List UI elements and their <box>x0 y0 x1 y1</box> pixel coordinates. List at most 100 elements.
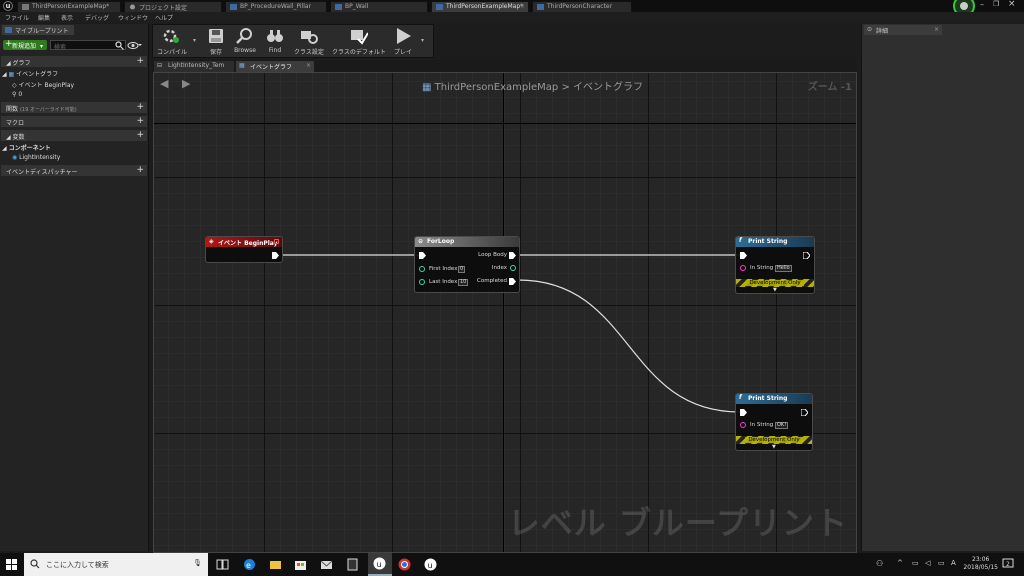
doc-tab-project-settings[interactable]: プロジェクト設定 <box>124 1 222 12</box>
chrome-icon[interactable] <box>398 558 411 571</box>
play-button[interactable]: プレイ <box>391 27 415 57</box>
tree-item-event-graph[interactable]: ◢ ▦ イベントグラフ <box>2 69 58 78</box>
menu-edit[interactable]: 編集 <box>38 13 50 22</box>
volume-icon[interactable]: ◁ <box>925 559 930 567</box>
task-view-icon[interactable] <box>216 558 229 571</box>
doc-tab-label: ThirdPersonCharacter <box>547 3 613 10</box>
taskbar-clock[interactable]: 23:06 2018/05/15 <box>963 556 998 572</box>
epic-launcher-icon[interactable] <box>346 558 359 571</box>
unreal-engine-icon[interactable]: u <box>424 558 437 571</box>
add-dispatcher-icon[interactable]: + <box>136 165 144 175</box>
taskbar-search-input[interactable]: ここに入力して検索 🎙 <box>24 553 208 576</box>
notifications-icon[interactable]: 2 <box>1002 558 1014 570</box>
exec-in-pin[interactable] <box>740 409 747 416</box>
minimize-icon[interactable]: – <box>980 0 984 9</box>
graphs-section-header[interactable]: ◢ グラフ + <box>1 56 147 67</box>
exec-out-pin[interactable] <box>272 252 279 259</box>
chevron-up-icon[interactable]: ^ <box>897 559 903 567</box>
store-icon[interactable] <box>294 558 307 571</box>
menu-view[interactable]: 表示 <box>61 13 73 22</box>
compile-button[interactable]: コンパイル <box>155 27 189 57</box>
macros-section-header[interactable]: マクロ + <box>1 116 147 127</box>
int-in-pin[interactable] <box>419 266 425 272</box>
node-for-loop[interactable]: ⊖ ForLoop First Index 0 Last Index 10 Lo… <box>414 236 520 293</box>
completed-label: Completed <box>477 278 507 284</box>
ime-mode-icon[interactable]: A <box>951 559 956 567</box>
eye-icon[interactable] <box>127 41 142 50</box>
find-button[interactable]: Find <box>263 27 287 57</box>
in-string-field[interactable]: OK! <box>775 422 789 429</box>
tree-item-begin-play[interactable]: ◇ イベント BeginPlay <box>12 80 74 89</box>
unreal-editor-task-active[interactable]: u <box>368 553 392 576</box>
node-print-string-ok[interactable]: f Print String In String OK! Development… <box>735 393 813 451</box>
close-window-icon[interactable]: × <box>1008 0 1016 9</box>
search-icon[interactable] <box>115 41 124 50</box>
add-variable-icon[interactable]: + <box>136 130 144 140</box>
edge-browser-icon[interactable]: e <box>243 558 256 571</box>
doc-tab-third-person-map-active[interactable]: ThirdPersonExampleMap* × <box>431 1 529 12</box>
file-explorer-icon[interactable] <box>269 558 282 571</box>
microphone-icon[interactable]: 🎙 <box>193 559 202 567</box>
exec-out-pin[interactable] <box>509 252 516 259</box>
int-in-pin[interactable] <box>419 279 425 285</box>
event-graph-canvas[interactable]: ◀ ▶ ▦ ThirdPersonExampleMap > イベントグラフ ズー… <box>153 72 857 553</box>
maximize-icon[interactable]: ❐ <box>993 0 999 8</box>
exec-out-pin[interactable] <box>801 409 808 416</box>
compile-options-chevron-icon[interactable]: ▾ <box>193 37 196 44</box>
play-label: プレイ <box>393 49 412 56</box>
add-graph-icon[interactable]: + <box>136 56 144 66</box>
close-icon[interactable]: × <box>934 26 939 33</box>
exec-out-pin[interactable] <box>803 252 810 259</box>
close-icon[interactable]: × <box>520 3 525 10</box>
in-string-field[interactable]: Hello <box>775 265 792 272</box>
class-defaults-button[interactable]: クラスのデフォルト <box>331 27 387 57</box>
event-graph-label: イベントグラフ <box>16 71 59 78</box>
doc-tab-bp-procedure-wall-pillar[interactable]: BP_ProcedureWall_Pillar <box>225 1 327 12</box>
tree-item-components[interactable]: ◢ コンポーネント <box>2 143 51 152</box>
mail-icon[interactable] <box>320 558 333 571</box>
exec-in-pin[interactable] <box>740 252 747 259</box>
string-in-pin[interactable] <box>740 422 746 428</box>
node-print-string-hello[interactable]: f Print String In String Hello Developme… <box>735 236 815 294</box>
graph-icon: ▦ <box>239 62 245 69</box>
int-out-pin[interactable] <box>510 265 516 271</box>
exec-out-pin[interactable] <box>509 278 516 285</box>
windows-start-icon[interactable] <box>0 553 24 576</box>
last-index-field[interactable]: 10 <box>458 279 469 286</box>
tab-event-graph[interactable]: ▦ イベントグラフ × <box>236 61 314 72</box>
tab-light-intensity-timeline[interactable]: ⊟ LightIntensity_Tem <box>154 61 234 72</box>
first-index-field[interactable]: 0 <box>458 266 466 273</box>
people-icon[interactable]: ⚇ <box>876 559 883 568</box>
browse-label: Browse <box>234 47 256 54</box>
browse-button[interactable]: Browse <box>231 27 259 57</box>
my-blueprint-tab[interactable]: マイブループリント <box>2 25 74 35</box>
expand-arrow-icon[interactable]: ▼ <box>772 444 776 450</box>
network-icon[interactable]: ▭ <box>912 559 919 567</box>
variables-section-header[interactable]: ◢ 変数 + <box>1 130 147 141</box>
add-new-button[interactable]: + 新規追加 ▾ <box>3 39 47 50</box>
save-button[interactable]: 保存 <box>205 27 227 57</box>
exec-in-pin[interactable] <box>419 252 426 259</box>
close-icon[interactable]: × <box>306 62 311 69</box>
menu-debug[interactable]: デバッグ <box>85 13 109 22</box>
details-tab[interactable]: ⊙ 詳細 × <box>864 25 942 35</box>
add-function-icon[interactable]: + <box>136 102 144 112</box>
tree-item-light-intensity[interactable]: ◉ LightIntensity <box>12 154 60 161</box>
ime-icon[interactable]: ▭ <box>938 559 945 567</box>
menu-help[interactable]: ヘルプ <box>155 13 173 22</box>
string-in-pin[interactable] <box>740 265 746 271</box>
node-event-begin-play[interactable]: ◈ イベント BeginPlay <box>205 236 283 263</box>
functions-section-header[interactable]: 関数 (19 オーバーライド可能) + <box>1 102 147 113</box>
add-macro-icon[interactable]: + <box>136 116 144 126</box>
expand-arrow-icon[interactable]: ▼ <box>773 287 777 293</box>
play-options-chevron-icon[interactable]: ▾ <box>421 37 424 44</box>
delegate-pin[interactable] <box>274 239 279 244</box>
dispatchers-section-header[interactable]: イベントディスパッチャー + <box>1 165 147 176</box>
doc-tab-third-person-map[interactable]: ThirdPersonExampleMap* <box>17 1 121 12</box>
menu-file[interactable]: ファイル <box>5 13 29 22</box>
doc-tab-third-person-character[interactable]: ThirdPersonCharacter <box>532 1 632 12</box>
tree-item-zero[interactable]: ⚲ 0 <box>12 91 22 98</box>
doc-tab-bp-wall[interactable]: BP_Wall <box>330 1 428 12</box>
class-settings-button[interactable]: クラス設定 <box>291 27 327 57</box>
menu-window[interactable]: ウィンドウ <box>118 13 148 22</box>
